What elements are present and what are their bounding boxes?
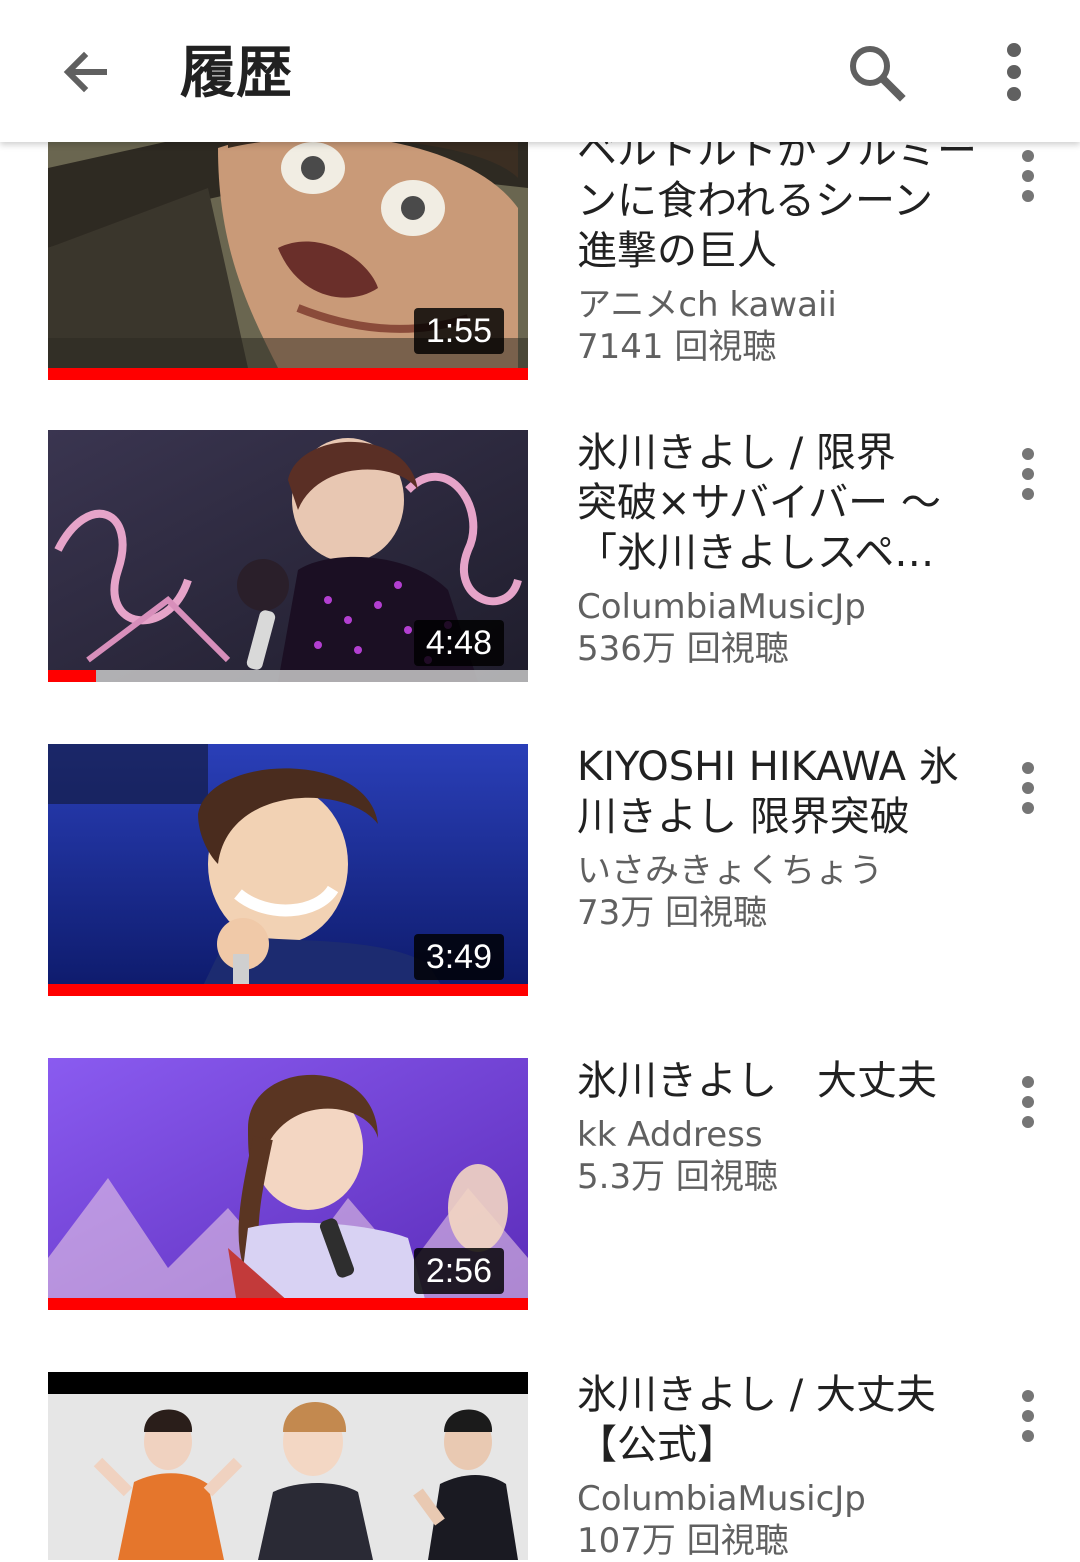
video-title: 氷川きよし / 大丈夫 【公式】: [577, 1370, 977, 1470]
video-title-line: ンに食われるシーン: [577, 178, 933, 224]
video-thumbnail[interactable]: 1:55: [48, 128, 528, 380]
watch-progress-fill: [48, 984, 528, 996]
arrow-back-icon[interactable]: [48, 38, 120, 110]
video-duration: 4:48: [413, 620, 504, 666]
view-count: 5.3万 回視聴: [577, 1157, 778, 1197]
video-title-line: 氷川きよし 大丈夫: [577, 1058, 937, 1104]
video-thumbnail[interactable]: 2:56: [48, 1058, 528, 1310]
watch-progress-bar: [48, 1298, 528, 1310]
list-item[interactable]: 1:55 ベルトルトがフルミー ンに食われるシーン 進撃の巨人 アニメch ka…: [0, 128, 1080, 380]
video-duration: 3:49: [413, 934, 504, 980]
video-title-line: 氷川きよし / 大丈夫: [577, 1372, 936, 1418]
watch-progress-bar: [48, 984, 528, 996]
video-title: 氷川きよし / 限界 突破×サバイバー ～ 「氷川きよしスペ…: [577, 428, 977, 578]
list-item[interactable]: 3:49 KIYOSHI HIKAWA 氷 川きよし 限界突破 いさみきょくちょ…: [0, 744, 1080, 996]
video-title: 氷川きよし 大丈夫: [577, 1056, 977, 1106]
watch-progress-bar: [48, 368, 528, 380]
video-info[interactable]: 氷川きよし / 大丈夫 【公式】 ColumbiaMusicJp 107万 回視…: [577, 1370, 977, 1562]
list-item[interactable]: 4:48 氷川きよし / 限界 突破×サバイバー ～ 「氷川きよしスペ… Col…: [0, 430, 1080, 682]
view-count: 107万 回視聴: [577, 1521, 789, 1561]
channel-name: アニメch kawaii: [577, 285, 837, 325]
channel-name: ColumbiaMusicJp: [577, 1479, 866, 1519]
video-title: KIYOSHI HIKAWA 氷 川きよし 限界突破: [577, 742, 977, 842]
view-count: 7141 回視聴: [577, 327, 777, 367]
video-title-line: 進撃の巨人: [577, 228, 777, 274]
list-item[interactable]: 氷川きよし / 大丈夫 【公式】 ColumbiaMusicJp 107万 回視…: [0, 1370, 1080, 1562]
video-title-line: 「氷川きよしスペ…: [577, 530, 935, 576]
search-icon[interactable]: [840, 36, 912, 108]
watch-progress-fill: [48, 368, 528, 380]
video-title-line: KIYOSHI HIKAWA 氷: [577, 744, 959, 790]
video-thumbnail[interactable]: 4:48: [48, 430, 528, 682]
view-count: 73万 回視聴: [577, 893, 768, 933]
more-vert-icon[interactable]: [998, 1066, 1058, 1138]
watch-progress-bar: [48, 670, 528, 682]
video-thumbnail[interactable]: 3:49: [48, 744, 528, 996]
video-title-line: 【公式】: [577, 1422, 737, 1468]
channel-name: kk Address: [577, 1115, 763, 1155]
more-vert-icon[interactable]: [998, 1380, 1058, 1452]
history-list: 1:55 ベルトルトがフルミー ンに食われるシーン 進撃の巨人 アニメch ka…: [0, 0, 1080, 1562]
video-duration: 2:56: [413, 1248, 504, 1294]
watch-progress-fill: [48, 1298, 528, 1310]
more-vert-icon[interactable]: [998, 140, 1058, 212]
video-title: ベルトルトがフルミー ンに食われるシーン 進撃の巨人: [577, 126, 977, 276]
video-info[interactable]: ベルトルトがフルミー ンに食われるシーン 進撃の巨人 アニメch kawaii …: [577, 126, 977, 368]
video-thumbnail[interactable]: [48, 1372, 528, 1560]
video-title-line: 突破×サバイバー ～: [577, 480, 941, 526]
video-title-line: 氷川きよし / 限界: [577, 430, 896, 476]
video-duration: 1:55: [413, 308, 504, 354]
app-bar: 履歴: [0, 0, 1080, 142]
video-info[interactable]: 氷川きよし / 限界 突破×サバイバー ～ 「氷川きよしスペ… Columbia…: [577, 428, 977, 670]
video-info[interactable]: KIYOSHI HIKAWA 氷 川きよし 限界突破 いさみきょくちょう 73万…: [577, 742, 977, 934]
more-vert-icon[interactable]: [998, 438, 1058, 510]
more-vert-icon[interactable]: [998, 752, 1058, 824]
video-info[interactable]: 氷川きよし 大丈夫 kk Address 5.3万 回視聴: [577, 1056, 977, 1198]
channel-name: ColumbiaMusicJp: [577, 587, 866, 627]
view-count: 536万 回視聴: [577, 629, 789, 669]
watch-progress-fill: [48, 670, 96, 682]
more-vert-icon[interactable]: [978, 36, 1050, 108]
list-item[interactable]: 2:56 氷川きよし 大丈夫 kk Address 5.3万 回視聴: [0, 1058, 1080, 1310]
page-title: 履歴: [180, 41, 292, 106]
thumbnail-image: [48, 1372, 528, 1560]
video-title-line: 川きよし 限界突破: [577, 794, 910, 840]
channel-name: いさみきょくちょう: [577, 851, 883, 891]
